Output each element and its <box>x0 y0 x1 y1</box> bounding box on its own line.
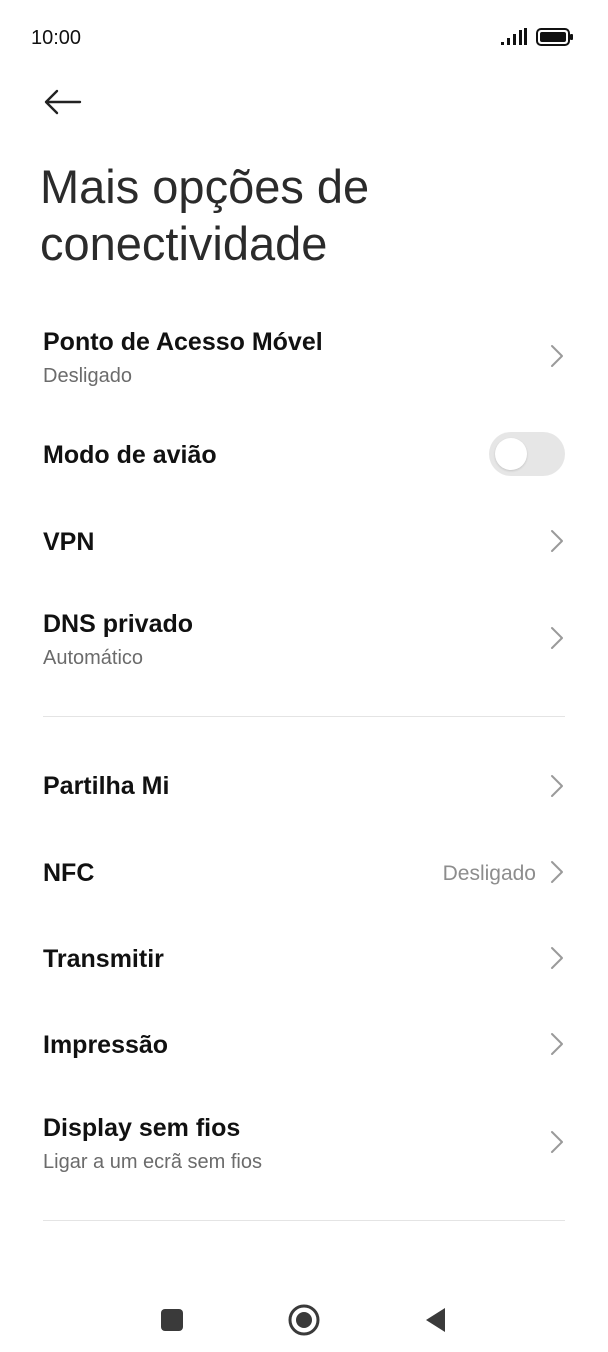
navigation-bar <box>0 1282 608 1352</box>
settings-row-nfc[interactable]: NFC Desligado <box>0 830 608 914</box>
toggle-knob <box>495 438 527 470</box>
row-title: Modo de avião <box>43 441 217 469</box>
section-divider <box>43 716 565 717</box>
row-title: Ponto de Acesso Móvel <box>43 328 323 356</box>
chevron-right-icon <box>551 345 563 367</box>
settings-row-printing[interactable]: Impressão <box>0 1002 608 1086</box>
status-time: 10:00 <box>31 27 82 49</box>
recents-button[interactable] <box>150 1298 194 1342</box>
arrow-left-icon <box>44 89 82 115</box>
circle-home-icon <box>288 1304 320 1336</box>
nfc-status-value: Desligado <box>442 862 536 885</box>
home-button[interactable] <box>282 1298 326 1342</box>
battery-icon <box>536 28 573 46</box>
settings-row-hotspot[interactable]: Ponto de Acesso Móvel Desligado <box>0 310 608 402</box>
row-title: VPN <box>43 528 95 556</box>
row-title: Impressão <box>43 1031 169 1059</box>
chevron-right-icon <box>551 627 563 649</box>
chevron-right-icon <box>551 1033 563 1055</box>
chevron-right-icon <box>551 1131 563 1153</box>
settings-row-wireless-display[interactable]: Display sem fios Ligar a um ecrã sem fio… <box>0 1096 608 1188</box>
signal-bars-icon <box>501 28 527 45</box>
status-bar: 10:00 <box>0 0 608 76</box>
row-title: Transmitir <box>43 945 164 973</box>
settings-row-vpn[interactable]: VPN <box>0 500 608 582</box>
square-icon <box>161 1309 183 1331</box>
row-title: DNS privado <box>43 610 194 638</box>
row-title: Partilha Mi <box>43 772 170 800</box>
row-subtitle: Ligar a um ecrã sem fios <box>43 1151 262 1173</box>
chevron-right-icon <box>551 947 563 969</box>
page-title: Mais opções de conectividade <box>40 160 370 270</box>
settings-row-cast[interactable]: Transmitir <box>0 916 608 1000</box>
row-title: NFC <box>43 859 95 887</box>
triangle-back-icon <box>426 1308 445 1332</box>
row-title: Display sem fios <box>43 1114 241 1142</box>
airplane-mode-toggle[interactable] <box>489 432 565 476</box>
chevron-right-icon <box>551 861 563 883</box>
settings-row-mi-share[interactable]: Partilha Mi <box>0 744 608 828</box>
row-subtitle: Desligado <box>43 365 132 387</box>
chevron-right-icon <box>551 775 563 797</box>
row-subtitle: Automático <box>43 647 144 669</box>
chevron-right-icon <box>551 530 563 552</box>
back-button[interactable] <box>36 80 88 124</box>
settings-row-private-dns[interactable]: DNS privado Automático <box>0 592 608 684</box>
section-divider <box>43 1220 565 1221</box>
nav-back-button[interactable] <box>414 1298 458 1342</box>
settings-row-airplane-mode[interactable]: Modo de avião <box>0 410 608 498</box>
status-icons <box>500 28 574 46</box>
